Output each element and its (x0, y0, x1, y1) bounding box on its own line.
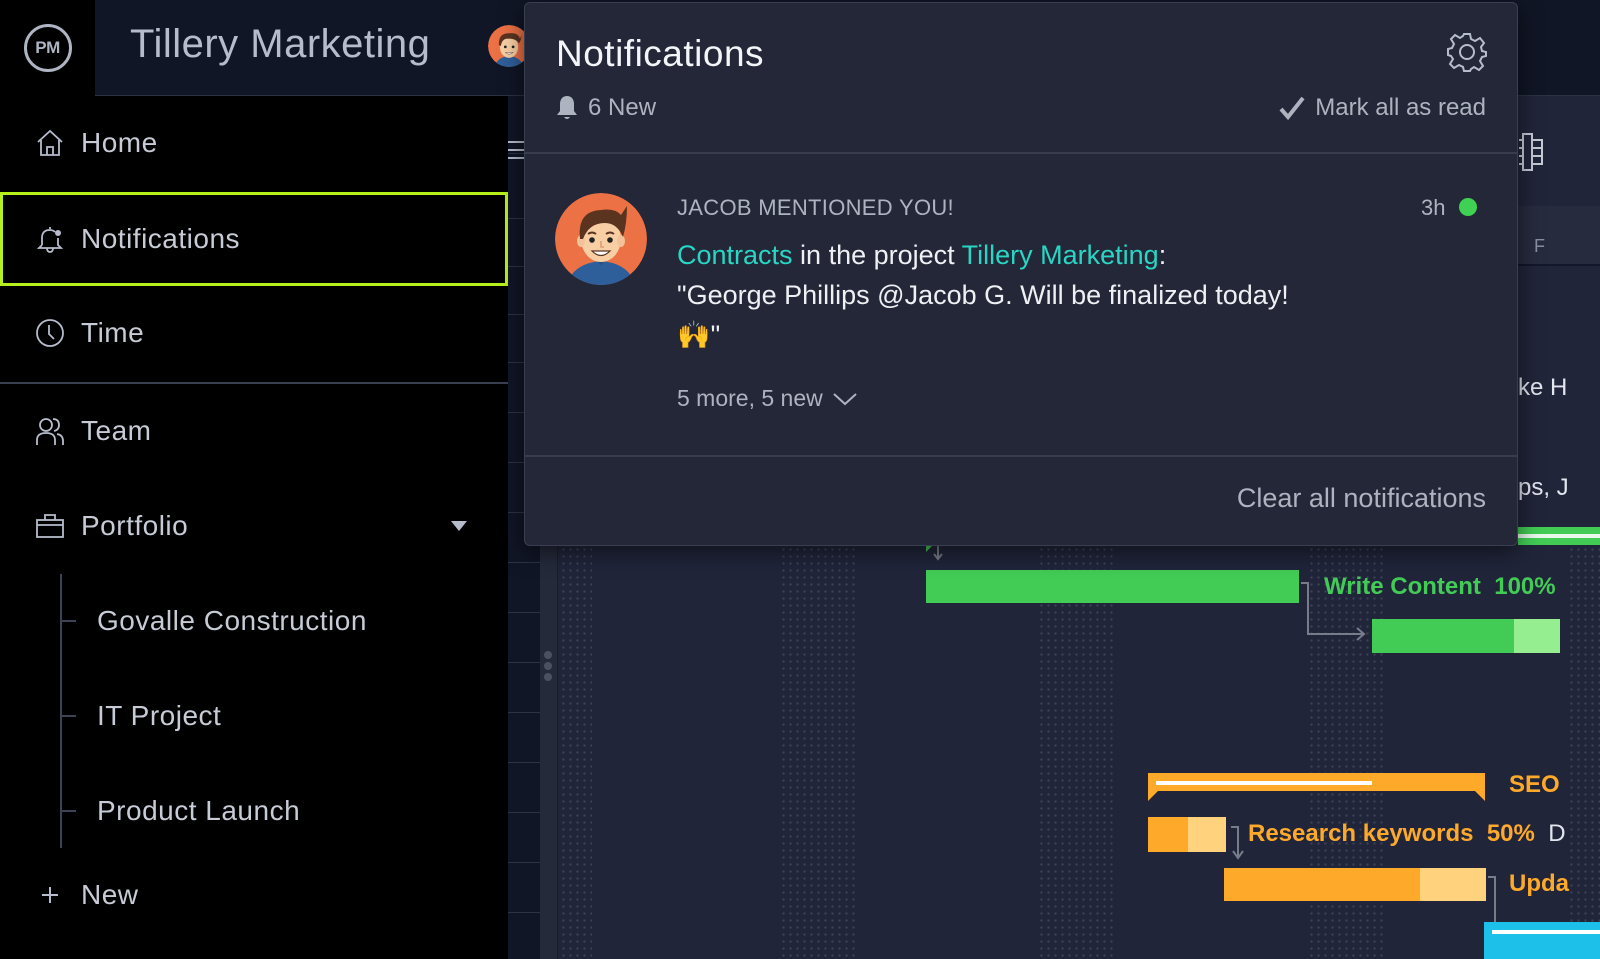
weekend-column (560, 546, 592, 959)
mark-all-read-label: Mark all as read (1315, 94, 1486, 121)
team-icon (34, 415, 66, 447)
dependency-connector (1231, 826, 1244, 860)
app-window: PM Tillery Marketing Home Notifications … (0, 0, 1600, 959)
sender-avatar (555, 193, 647, 285)
task-label-partial: ps, J (1518, 474, 1569, 501)
message-text: : (1158, 240, 1167, 270)
weekend-column (1038, 546, 1114, 959)
clear-all-notifications-button[interactable]: Clear all notifications (1237, 483, 1486, 514)
tree-branch (60, 810, 76, 812)
sidebar-item-label: Portfolio (81, 510, 189, 541)
plus-icon (34, 879, 66, 911)
row-divider (508, 612, 540, 613)
summary-bar-seo[interactable] (1148, 773, 1488, 805)
bell-icon (34, 223, 66, 255)
divider (525, 152, 1517, 154)
clock-icon (34, 317, 66, 349)
sidebar-item-home[interactable]: Home (0, 96, 508, 190)
row-divider (508, 662, 540, 663)
project-label: IT Project (97, 700, 222, 731)
task-label-partial: ke H (1518, 374, 1568, 401)
task-progress: 100% (1494, 573, 1556, 600)
pm-logo-icon: PM (23, 24, 72, 72)
portfolio-project-item[interactable]: Govalle Construction (60, 591, 500, 651)
task-bar-progress (1224, 868, 1420, 901)
panel-title: Notifications (556, 33, 765, 74)
sidebar-item-notifications[interactable]: Notifications (0, 192, 508, 286)
more-label: 5 more, 5 new (677, 385, 823, 411)
task-label-write-content: Write Content 100% (1324, 573, 1556, 601)
project-label: Govalle Construction (97, 605, 367, 636)
project-link[interactable]: Tillery Marketing (962, 240, 1159, 270)
timeline-header (1518, 206, 1600, 266)
project-title: Tillery Marketing (130, 22, 431, 66)
row-divider (508, 762, 540, 763)
task-name: Write Content (1324, 573, 1481, 600)
sidebar-new-button[interactable]: New (0, 848, 508, 942)
sidebar-item-label: Notifications (81, 223, 241, 254)
day-header-label: F (1534, 236, 1545, 256)
home-icon (34, 127, 66, 159)
row-divider (508, 912, 540, 913)
task-bar-update[interactable] (1224, 868, 1486, 901)
sidebar-item-label: Time (81, 317, 145, 348)
tree-branch (60, 715, 76, 717)
dependency-arrow-icon (926, 544, 943, 561)
row-divider (508, 812, 540, 813)
sidebar-item-team[interactable]: Team (0, 384, 508, 478)
task-bar-write-content[interactable] (926, 570, 1299, 603)
task-bar-next[interactable] (1372, 619, 1560, 653)
weekend-column (1568, 546, 1600, 959)
checkmark-icon (1279, 96, 1305, 120)
chevron-down-icon (833, 392, 857, 405)
sidebar: Home Notifications Time Team Portfolio G… (0, 96, 508, 959)
summary-bar-blue[interactable] (1484, 922, 1600, 959)
comment-quote: "George Phillips @Jacob G. Will be final… (677, 280, 1289, 350)
new-label: New (81, 879, 139, 910)
tree-branch (60, 620, 76, 622)
notification-time: 3h (1421, 195, 1446, 220)
gear-icon[interactable] (1446, 31, 1488, 78)
sidebar-item-portfolio[interactable]: Portfolio (0, 479, 508, 573)
logo[interactable]: PM (0, 0, 95, 96)
task-progress: 50% (1486, 820, 1535, 847)
project-label: Product Launch (97, 795, 301, 826)
sidebar-item-time[interactable]: Time (0, 286, 508, 380)
row-divider (508, 862, 540, 863)
notification-message: Contracts in the project Tillery Marketi… (677, 235, 1297, 355)
row-divider (508, 562, 540, 563)
task-link[interactable]: Contracts (677, 240, 793, 270)
unread-indicator (1459, 198, 1477, 216)
task-label-research-keywords: Research keywords 50% D (1248, 820, 1566, 848)
task-bar-research-keywords[interactable] (1148, 817, 1226, 852)
message-text: in the project (792, 240, 962, 270)
task-label-update: Upda (1509, 870, 1569, 897)
task-bar-progress (1148, 817, 1188, 852)
mark-all-read-button[interactable]: Mark all as read (1279, 94, 1486, 122)
expand-more-button[interactable]: 5 more, 5 new (677, 385, 857, 412)
summary-bar-green[interactable] (1518, 527, 1600, 545)
weekend-column (780, 546, 856, 959)
portfolio-project-item[interactable]: Product Launch (60, 781, 500, 841)
task-assignee-partial: D (1548, 820, 1566, 847)
notification-heading: JACOB MENTIONED YOU! (677, 195, 954, 220)
new-count-label: 6 New (588, 94, 657, 121)
sidebar-item-label: Home (81, 127, 158, 158)
row-divider (508, 712, 540, 713)
drag-handle-icon[interactable] (544, 651, 554, 684)
caret-down-icon[interactable] (451, 521, 467, 531)
task-bar-progress (1372, 619, 1514, 653)
notifications-panel: Notifications 6 New Mark all as read JAC… (524, 2, 1518, 546)
portfolio-project-item[interactable]: IT Project (60, 686, 500, 746)
briefcase-icon (34, 510, 66, 542)
sidebar-item-label: Team (81, 415, 152, 446)
divider (525, 455, 1517, 457)
task-label-seo: SEO (1509, 771, 1560, 798)
bell-filled-icon (557, 96, 577, 119)
columns-toggle-icon[interactable] (1518, 132, 1544, 177)
task-name: Research keywords (1248, 820, 1474, 847)
new-count: 6 New (556, 94, 656, 122)
